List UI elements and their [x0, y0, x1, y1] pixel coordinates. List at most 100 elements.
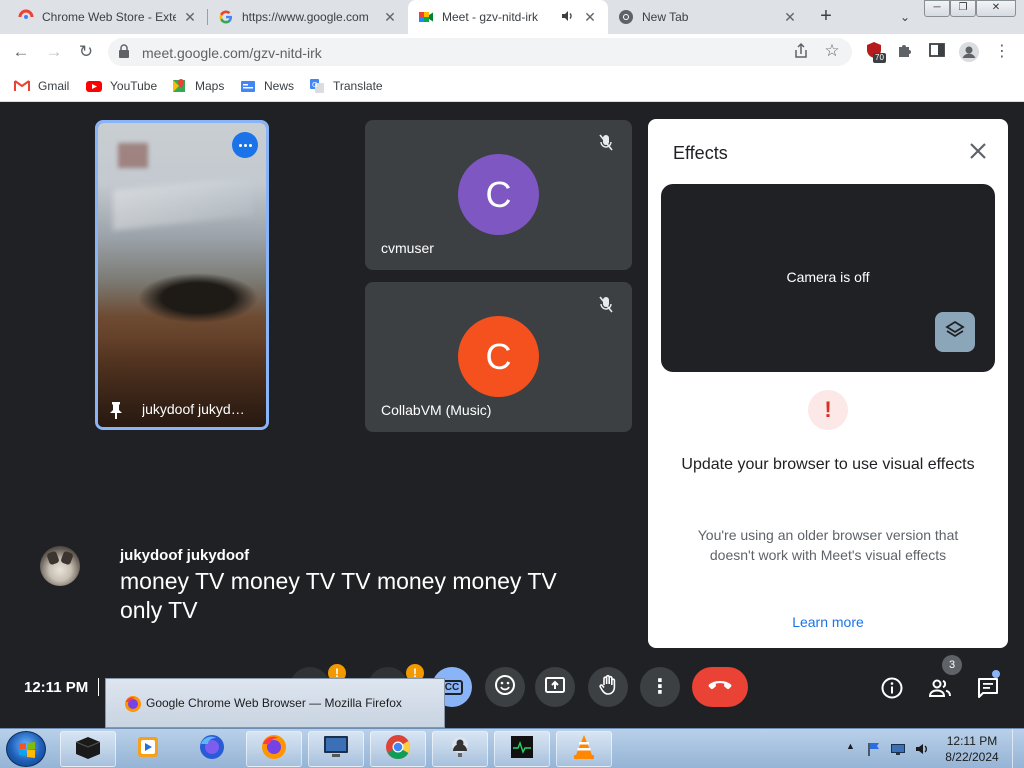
- close-icon[interactable]: ✕: [582, 9, 598, 25]
- youtube-icon: [86, 78, 102, 94]
- taskbar-app-chrome[interactable]: [370, 731, 426, 767]
- profile-avatar-icon[interactable]: [958, 41, 980, 63]
- tray-clock-date[interactable]: 8/22/2024: [940, 750, 1004, 764]
- bookmark-gmail[interactable]: Gmail: [14, 76, 69, 96]
- emoji-reactions-button[interactable]: [485, 667, 525, 707]
- restore-button[interactable]: ❐: [950, 0, 976, 17]
- bookmark-star-icon[interactable]: ☆: [822, 41, 842, 61]
- meeting-details-icon[interactable]: [880, 676, 904, 700]
- browser-toolbar: ← → ↻ meet.google.com/gzv-nitd-irk ☆ 70 …: [0, 34, 1024, 70]
- participant-tile-cvmuser[interactable]: C cvmuser: [365, 120, 632, 270]
- google-icon: [218, 9, 234, 25]
- close-window-button[interactable]: ✕: [976, 0, 1016, 17]
- address-bar[interactable]: meet.google.com/gzv-nitd-irk ☆: [108, 38, 852, 66]
- people-icon[interactable]: [928, 676, 952, 700]
- taskbar-window-preview[interactable]: Google Chrome Web Browser — Mozilla Fire…: [105, 678, 445, 728]
- extensions-puzzle-icon[interactable]: [896, 41, 918, 63]
- participant-name: cvmuser: [381, 240, 434, 256]
- share-icon[interactable]: [792, 42, 812, 62]
- close-icon[interactable]: ✕: [782, 9, 798, 25]
- camera-off-text: Camera is off: [786, 269, 870, 285]
- black-box-icon: [73, 734, 103, 765]
- back-button[interactable]: ←: [9, 40, 33, 64]
- close-icon[interactable]: ✕: [382, 9, 398, 25]
- bookmark-youtube[interactable]: YouTube: [86, 76, 157, 96]
- bookmark-maps[interactable]: Maps: [171, 76, 224, 96]
- present-screen-button[interactable]: [535, 667, 575, 707]
- avatar-detail: [60, 550, 74, 566]
- participant-tile-collabvm[interactable]: C CollabVM (Music): [365, 282, 632, 432]
- update-heading: Update your browser to use visual effect…: [681, 456, 975, 473]
- raise-hand-button[interactable]: [588, 667, 628, 707]
- mic-off-icon: [598, 296, 616, 314]
- media-player-icon: [135, 734, 161, 765]
- video-glare: [113, 175, 253, 231]
- more-options-icon[interactable]: [232, 132, 258, 158]
- tab-search-chevron-icon[interactable]: ⌄: [895, 7, 915, 27]
- new-tab-button[interactable]: +: [814, 5, 838, 29]
- chrome-icon: [384, 733, 412, 766]
- taskbar-app-remote-desktop[interactable]: [308, 731, 364, 767]
- more-vert-icon: ⋮: [650, 676, 670, 698]
- participant-avatar: C: [458, 316, 539, 397]
- meet-call-area: jukydoof jukyd… C cvmuser C CollabVM (Mu…: [0, 102, 1024, 728]
- tab-google[interactable]: https://www.google.com ✕: [208, 0, 408, 34]
- taskbar-app-vlc[interactable]: [556, 731, 612, 767]
- learn-more-link[interactable]: Learn more: [648, 614, 1008, 630]
- tray-clock-time[interactable]: 12:11 PM: [940, 734, 1004, 748]
- bookmark-translate[interactable]: G Translate: [309, 76, 383, 96]
- extension-shield-icon[interactable]: 70: [865, 41, 887, 63]
- pin-icon[interactable]: [108, 401, 124, 419]
- more-options-button[interactable]: ⋮: [640, 667, 680, 707]
- tray-expand-icon[interactable]: ▲: [846, 741, 862, 757]
- chrome-menu-icon[interactable]: ⋮: [990, 40, 1014, 64]
- leave-call-button[interactable]: [692, 667, 748, 707]
- tray-display-icon[interactable]: [890, 741, 906, 757]
- chat-icon[interactable]: [976, 676, 1000, 700]
- side-panel-icon[interactable]: [928, 41, 950, 63]
- taskbar-app-network[interactable]: [432, 731, 488, 767]
- taskbar-app-terminal[interactable]: [60, 731, 116, 767]
- tray-volume-icon[interactable]: [914, 741, 930, 757]
- tab-meet[interactable]: Meet - gzv-nitd-irk ✕: [408, 0, 608, 34]
- news-icon: [240, 78, 256, 94]
- bookmarks-bar: Gmail YouTube Maps News G Translate: [0, 70, 1024, 102]
- tab-chrome-web-store[interactable]: Chrome Web Store - Exte ✕: [8, 0, 208, 34]
- visual-effects-button[interactable]: [935, 312, 975, 352]
- firefox-icon: [260, 733, 288, 766]
- svg-text:G: G: [312, 81, 317, 89]
- tray-flag-icon[interactable]: [866, 741, 882, 757]
- self-video-feed: [98, 123, 266, 427]
- speaker-icon: [560, 9, 576, 25]
- bookmark-news[interactable]: News: [240, 76, 294, 96]
- minimize-button[interactable]: ─: [924, 0, 950, 17]
- self-video-tile[interactable]: jukydoof jukyd…: [95, 120, 269, 430]
- tab-new-tab[interactable]: New Tab ✕: [608, 0, 808, 34]
- caption-text: money TV money TV TV money money TV only…: [120, 568, 557, 623]
- taskbar-app-firefox-dev[interactable]: [184, 731, 240, 767]
- network-user-icon: [446, 734, 474, 765]
- start-button[interactable]: [6, 731, 46, 767]
- caption-speaker-avatar: [40, 546, 80, 586]
- windows-taskbar: ▲ 12:11 PM 8/22/2024: [0, 728, 1024, 768]
- bookmark-label: Translate: [333, 79, 383, 93]
- forward-button[interactable]: →: [42, 40, 66, 64]
- bookmark-label: YouTube: [110, 79, 158, 93]
- effects-panel: Effects Camera is off ! Update your brow…: [648, 119, 1008, 648]
- taskbar-app-media-player[interactable]: [120, 731, 176, 767]
- taskbar-app-firefox[interactable]: [246, 731, 302, 767]
- update-body: You're using an older browser version th…: [697, 527, 959, 563]
- taskbar-app-monitor[interactable]: [494, 731, 550, 767]
- lock-icon[interactable]: [118, 44, 132, 60]
- participant-count-badge: 3: [942, 655, 962, 675]
- chrome-web-store-icon: [18, 9, 34, 25]
- maps-icon: [171, 78, 187, 94]
- firefox-dev-icon: [198, 733, 226, 766]
- reload-button[interactable]: ↻: [74, 40, 98, 64]
- show-desktop-button[interactable]: [1012, 729, 1024, 768]
- bookmark-label: News: [264, 79, 295, 93]
- close-icon[interactable]: [968, 141, 990, 163]
- mic-off-icon: [598, 134, 616, 152]
- close-icon[interactable]: ✕: [182, 9, 198, 25]
- effects-title: Effects: [673, 143, 728, 163]
